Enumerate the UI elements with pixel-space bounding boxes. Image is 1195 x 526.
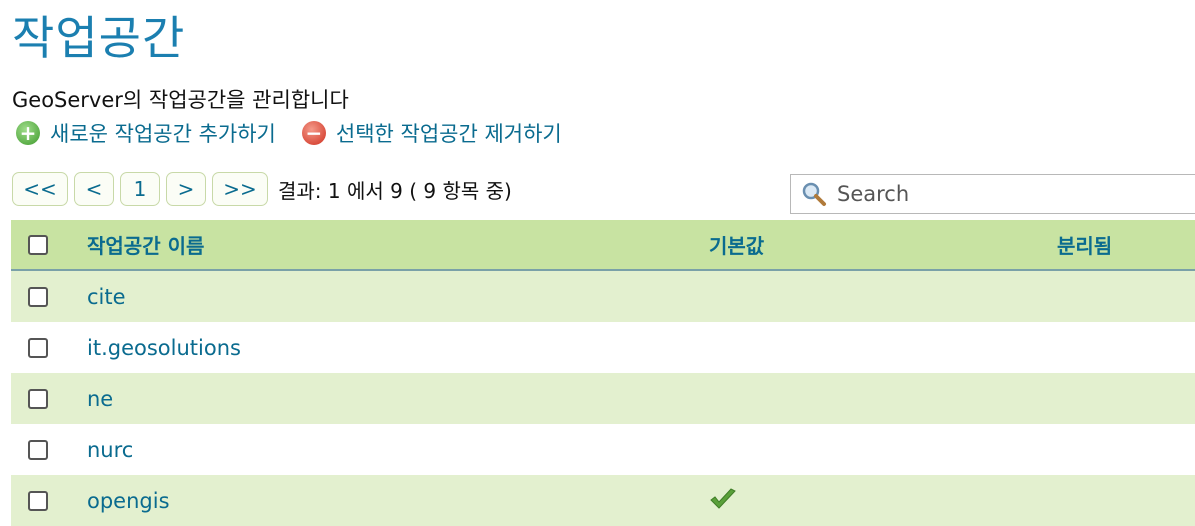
column-header-isolated[interactable]: 분리됨 xyxy=(1057,230,1112,259)
pagination-info: 결과: 1 에서 9 ( 9 항목 중) xyxy=(278,178,512,203)
column-header-name[interactable]: 작업공간 이름 xyxy=(87,230,204,259)
next-page-button[interactable]: > xyxy=(166,172,206,206)
search-input[interactable] xyxy=(835,181,1169,207)
remove-selected-workspaces-link[interactable]: − 선택한 작업공간 제거하기 xyxy=(301,118,562,148)
table-row: ne xyxy=(11,373,1195,424)
search-box xyxy=(790,174,1195,214)
pagination: << < 1 > >> 결과: 1 에서 9 ( 9 항목 중) xyxy=(12,172,512,206)
page-description: GeoServer의 작업공간을 관리합니다 xyxy=(12,88,349,112)
workspace-name-link[interactable]: cite xyxy=(87,285,126,309)
first-page-button[interactable]: << xyxy=(12,172,68,206)
select-all-checkbox[interactable] xyxy=(28,234,48,255)
table-row: opengis xyxy=(11,475,1195,526)
remove-workspaces-label: 선택한 작업공간 제거하기 xyxy=(335,122,562,146)
add-workspace-link[interactable]: + 새로운 작업공간 추가하기 xyxy=(16,118,276,148)
table-header: 작업공간 이름 기본값 분리됨 xyxy=(11,220,1195,271)
workspace-name-link[interactable]: opengis xyxy=(87,489,170,513)
magnifier-icon xyxy=(801,181,827,207)
page-title: 작업공간 xyxy=(12,11,186,65)
row-checkbox[interactable] xyxy=(28,490,48,511)
prev-page-button[interactable]: < xyxy=(74,172,114,206)
workspace-name-link[interactable]: it.geosolutions xyxy=(87,336,241,360)
add-circle-icon: + xyxy=(16,121,40,145)
column-header-default[interactable]: 기본값 xyxy=(709,230,764,259)
row-checkbox[interactable] xyxy=(28,337,48,358)
workspaces-table: 작업공간 이름 기본값 분리됨 cite it.geosolutions ne … xyxy=(11,220,1195,526)
checkmark-icon xyxy=(709,487,737,516)
add-workspace-label: 새로운 작업공간 추가하기 xyxy=(50,122,276,146)
action-bar: + 새로운 작업공간 추가하기 − 선택한 작업공간 제거하기 xyxy=(16,118,562,148)
page-1-button[interactable]: 1 xyxy=(120,172,160,206)
table-row: it.geosolutions xyxy=(11,322,1195,373)
remove-circle-icon: − xyxy=(301,121,326,145)
row-checkbox[interactable] xyxy=(28,439,48,460)
row-checkbox[interactable] xyxy=(28,388,48,409)
table-row: cite xyxy=(11,271,1195,322)
table-row: nurc xyxy=(11,424,1195,475)
row-checkbox[interactable] xyxy=(28,286,48,307)
workspace-name-link[interactable]: ne xyxy=(87,387,113,411)
last-page-button[interactable]: >> xyxy=(212,172,268,206)
workspace-name-link[interactable]: nurc xyxy=(87,438,133,462)
